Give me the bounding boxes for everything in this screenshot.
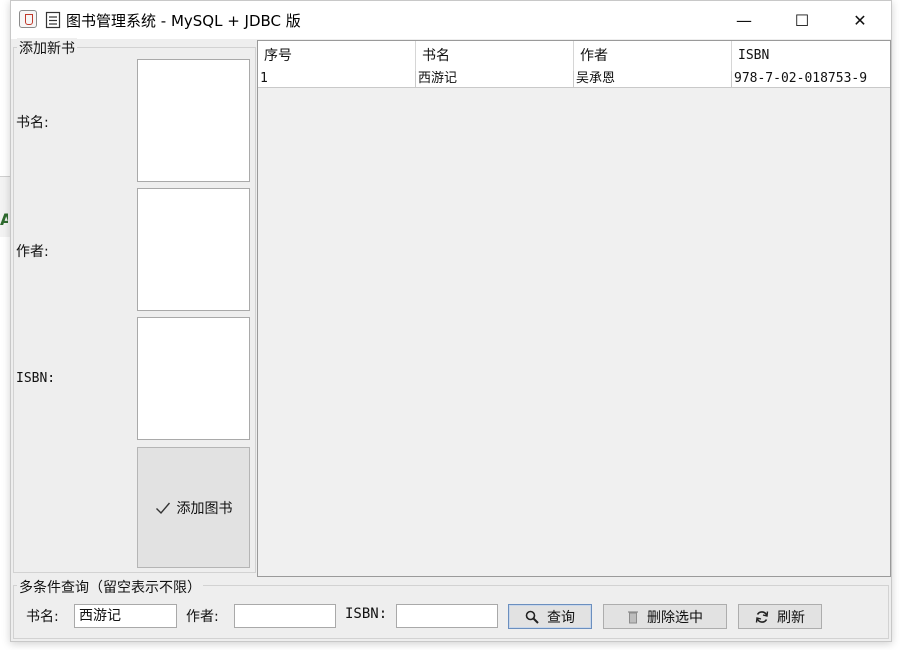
table-header: 序号 书名 作者 ISBN — [258, 41, 890, 72]
column-header-id[interactable]: 序号 — [258, 41, 416, 71]
check-icon — [155, 502, 170, 514]
query-isbn-label: ISBN: — [345, 606, 388, 622]
title-bar[interactable]: 图书管理系统 - MySQL + JDBC 版 — ☐ ✕ — [11, 1, 891, 39]
title-field-label: 书名: — [16, 115, 49, 131]
refresh-icon — [755, 610, 769, 623]
cell-author: 吴承恩 — [574, 71, 732, 87]
app-window: 图书管理系统 - MySQL + JDBC 版 — ☐ ✕ 添加新书 书名: 作… — [10, 0, 892, 642]
refresh-button-label: 刷新 — [777, 609, 805, 626]
refresh-button[interactable]: 刷新 — [738, 604, 822, 629]
add-book-button-label: 添加图书 — [176, 500, 233, 517]
cell-isbn: 978-7-02-018753-9 — [734, 71, 868, 86]
minimize-button[interactable]: — — [721, 1, 767, 39]
trash-icon — [628, 610, 638, 623]
author-field-label: 作者: — [16, 244, 49, 260]
table-row[interactable]: 1 西游记 吴承恩 978-7-02-018753-9 — [258, 71, 890, 88]
cell-id: 1 — [258, 71, 416, 87]
query-author-input[interactable] — [234, 604, 336, 628]
query-isbn-input[interactable] — [396, 604, 498, 628]
column-header-title[interactable]: 书名 — [416, 41, 574, 71]
background-window-glyph: A — [0, 210, 8, 228]
search-icon — [525, 610, 539, 624]
window-title: 图书管理系统 - MySQL + JDBC 版 — [66, 12, 301, 30]
column-header-isbn[interactable]: ISBN — [732, 41, 890, 71]
java-app-icon — [19, 10, 37, 28]
search-button-label: 查询 — [547, 609, 575, 626]
query-title-input[interactable]: 西游记 — [74, 604, 177, 628]
column-header-author[interactable]: 作者 — [574, 41, 732, 71]
isbn-field-label: ISBN: — [16, 371, 56, 386]
query-legend: 多条件查询（留空表示不限） — [17, 577, 203, 597]
delete-selected-button-label: 删除选中 — [647, 609, 703, 626]
query-title-label: 书名: — [26, 609, 59, 625]
book-icon — [45, 11, 61, 29]
author-input[interactable] — [137, 188, 250, 311]
book-table[interactable]: 序号 书名 作者 ISBN 1 西游记 吴承恩 978-7-02-018753-… — [257, 40, 891, 577]
query-author-label: 作者: — [186, 609, 219, 625]
isbn-input[interactable] — [137, 317, 250, 440]
maximize-button[interactable]: ☐ — [779, 1, 825, 39]
cell-title: 西游记 — [416, 71, 574, 87]
title-input[interactable] — [137, 59, 250, 182]
delete-selected-button[interactable]: 删除选中 — [603, 604, 727, 629]
search-button[interactable]: 查询 — [508, 604, 592, 629]
close-button[interactable]: ✕ — [837, 1, 883, 39]
add-book-button[interactable]: 添加图书 — [137, 447, 250, 568]
add-book-legend: 添加新书 — [17, 38, 77, 58]
